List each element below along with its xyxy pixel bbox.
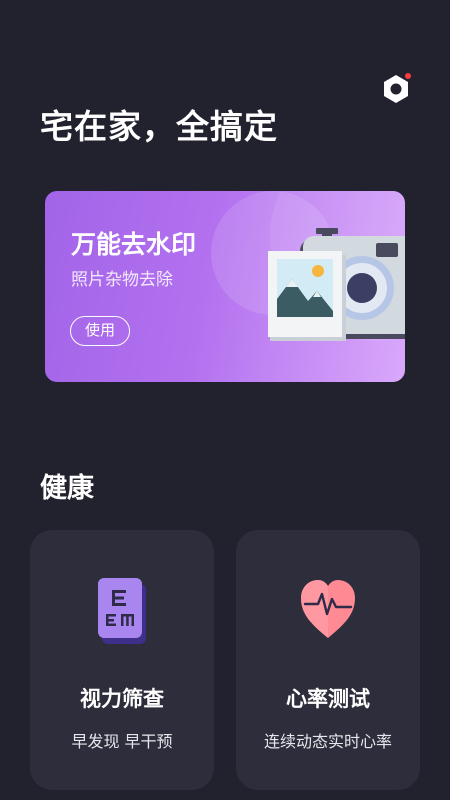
card-subtitle: 早发现 早干预: [71, 732, 173, 751]
notification-dot: [405, 73, 411, 79]
settings-button[interactable]: [381, 73, 413, 105]
watermark-removal-banner[interactable]: 万能去水印 照片杂物去除 使用: [45, 191, 405, 382]
page-headline: 宅在家，全搞定: [40, 107, 278, 146]
heart-rate-card[interactable]: 心率测试 连续动态实时心率: [236, 530, 420, 790]
card-title: 视力筛查: [80, 687, 164, 711]
heart-rate-icon: [299, 578, 357, 644]
card-title: 心率测试: [286, 687, 370, 711]
vision-screening-card[interactable]: 视力筛查 早发现 早干预: [30, 530, 214, 790]
card-subtitle: 连续动态实时心率: [263, 732, 392, 751]
use-button[interactable]: 使用: [70, 316, 130, 346]
camera-photo-illustration: [268, 228, 405, 341]
banner-subtitle: 照片杂物去除: [71, 270, 173, 290]
banner-title: 万能去水印: [71, 230, 197, 259]
eye-chart-icon: [98, 578, 146, 648]
health-section-title: 健康: [40, 473, 94, 504]
